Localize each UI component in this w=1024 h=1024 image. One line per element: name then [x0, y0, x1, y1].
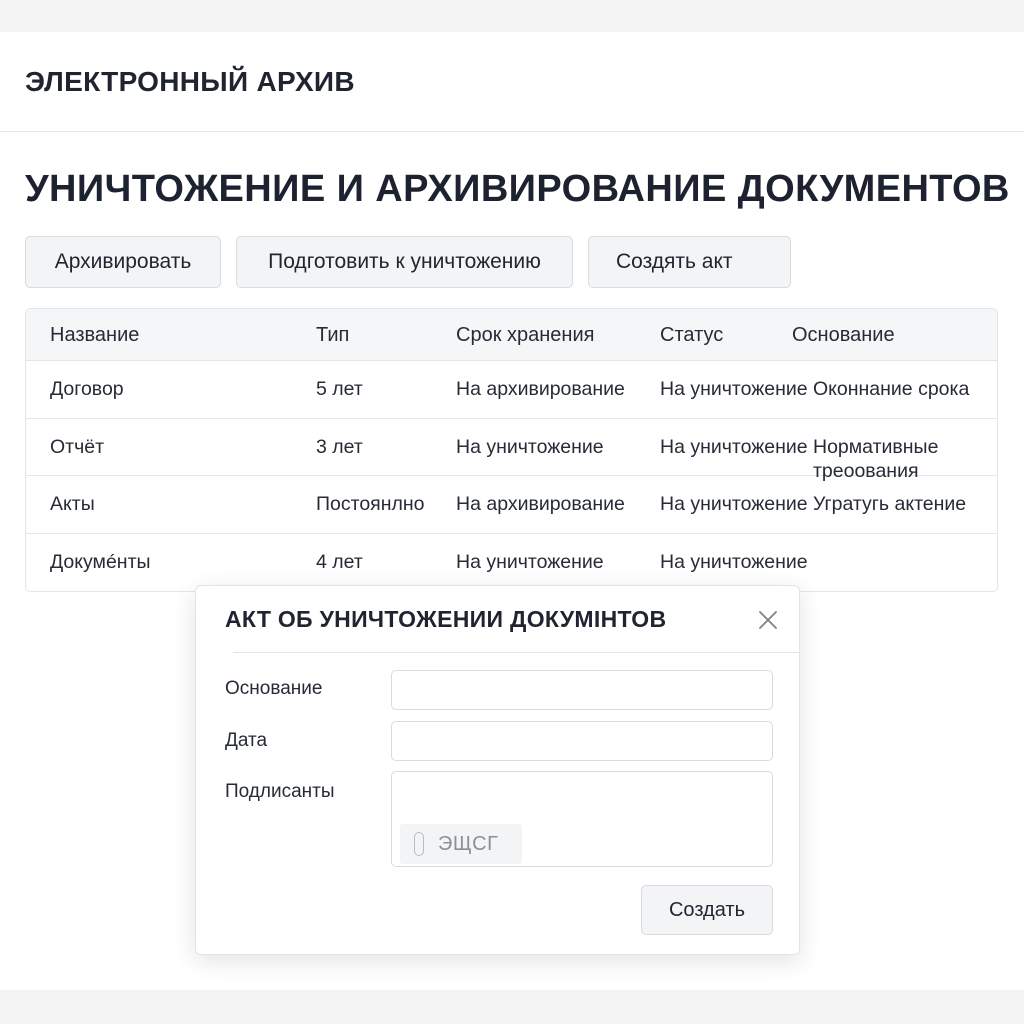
- cell-basis: Оконнание срока: [813, 378, 970, 400]
- cell-type: Постоянлно: [316, 493, 425, 515]
- prepare-destruction-button[interactable]: Подготовить к уничтожению: [236, 236, 573, 288]
- signers-field[interactable]: ЭЩСГ: [391, 771, 773, 867]
- cell-status: На уничтожение: [660, 435, 808, 458]
- paperclip-icon: [414, 832, 424, 856]
- table-row[interactable]: Отчёт 3 лет На уничтожение На уничтожени…: [26, 419, 997, 482]
- column-header-status[interactable]: Статус: [660, 323, 723, 347]
- table-header: Название Тип Срок хранения Статус Основа…: [26, 309, 997, 361]
- top-bar: ЭЛЕКТРОННЫЙ АРХИВ: [0, 32, 1024, 132]
- create-button[interactable]: Создать: [641, 885, 773, 935]
- create-act-button[interactable]: Создять акт: [588, 236, 791, 288]
- cell-retention: На архивирование: [456, 378, 625, 400]
- signer-chip-label: ЭЩСГ: [438, 832, 499, 855]
- date-label: Дата: [225, 730, 268, 751]
- table-row[interactable]: Докумéнты 4 лет На уничтожение На уничто…: [26, 534, 997, 592]
- cell-basis: Угратугь актение: [813, 493, 967, 515]
- signers-label: Подлисанты: [225, 781, 335, 802]
- signer-chip[interactable]: ЭЩСГ: [400, 824, 522, 864]
- cell-name: Акты: [50, 493, 95, 515]
- column-header-retention[interactable]: Срок хранения: [456, 323, 594, 347]
- cell-retention: На уничтожение: [456, 435, 604, 458]
- cell-name: Докумéнты: [50, 550, 151, 573]
- destruction-act-dialog: АКТ ОБ УНИЧТОЖЕНИИ ДОКУМІНТОВ Основание …: [195, 585, 800, 955]
- column-header-type[interactable]: Тип: [316, 323, 349, 347]
- cell-retention: На уничтожение: [456, 550, 604, 573]
- page-title: УНИЧТОЖЕНИЕ И АРХИВИРОВАНИЕ ДОКУМЕНТОВ: [25, 168, 1010, 210]
- date-input[interactable]: [391, 721, 773, 761]
- app-title: ЭЛЕКТРОННЫЙ АРХИВ: [25, 65, 355, 97]
- column-header-name[interactable]: Название: [50, 323, 139, 347]
- cell-status: На уничтожение: [660, 378, 808, 400]
- archive-button[interactable]: Архивировать: [25, 236, 221, 288]
- documents-table: Название Тип Срок хранения Статус Основа…: [25, 308, 998, 592]
- dialog-title: АКТ ОБ УНИЧТОЖЕНИИ ДОКУМІНТОВ: [225, 606, 667, 632]
- cell-retention: На архивирование: [456, 493, 625, 515]
- cell-status: На уничтожение: [660, 550, 808, 573]
- column-header-basis[interactable]: Основание: [792, 323, 895, 347]
- table-row[interactable]: Договор 5 лет На архивирование На уничто…: [26, 361, 997, 419]
- bottom-strip: [0, 990, 1024, 1024]
- cell-status: На уничтожение: [660, 493, 808, 515]
- cell-type: 5 лет: [316, 378, 363, 400]
- basis-input[interactable]: [391, 670, 773, 710]
- cell-name: Отчёт: [50, 435, 105, 458]
- dialog-divider: [233, 652, 799, 653]
- cell-type: 3 лет: [316, 435, 363, 458]
- cell-type: 4 лет: [316, 550, 363, 573]
- basis-label: Основание: [225, 678, 323, 699]
- table-row[interactable]: Акты Постоянлно На архивирование На унич…: [26, 476, 997, 534]
- close-icon[interactable]: [756, 608, 780, 632]
- toolbar: Архивировать Подготовить к уничтожению С…: [25, 236, 791, 288]
- cell-name: Договор: [50, 378, 124, 400]
